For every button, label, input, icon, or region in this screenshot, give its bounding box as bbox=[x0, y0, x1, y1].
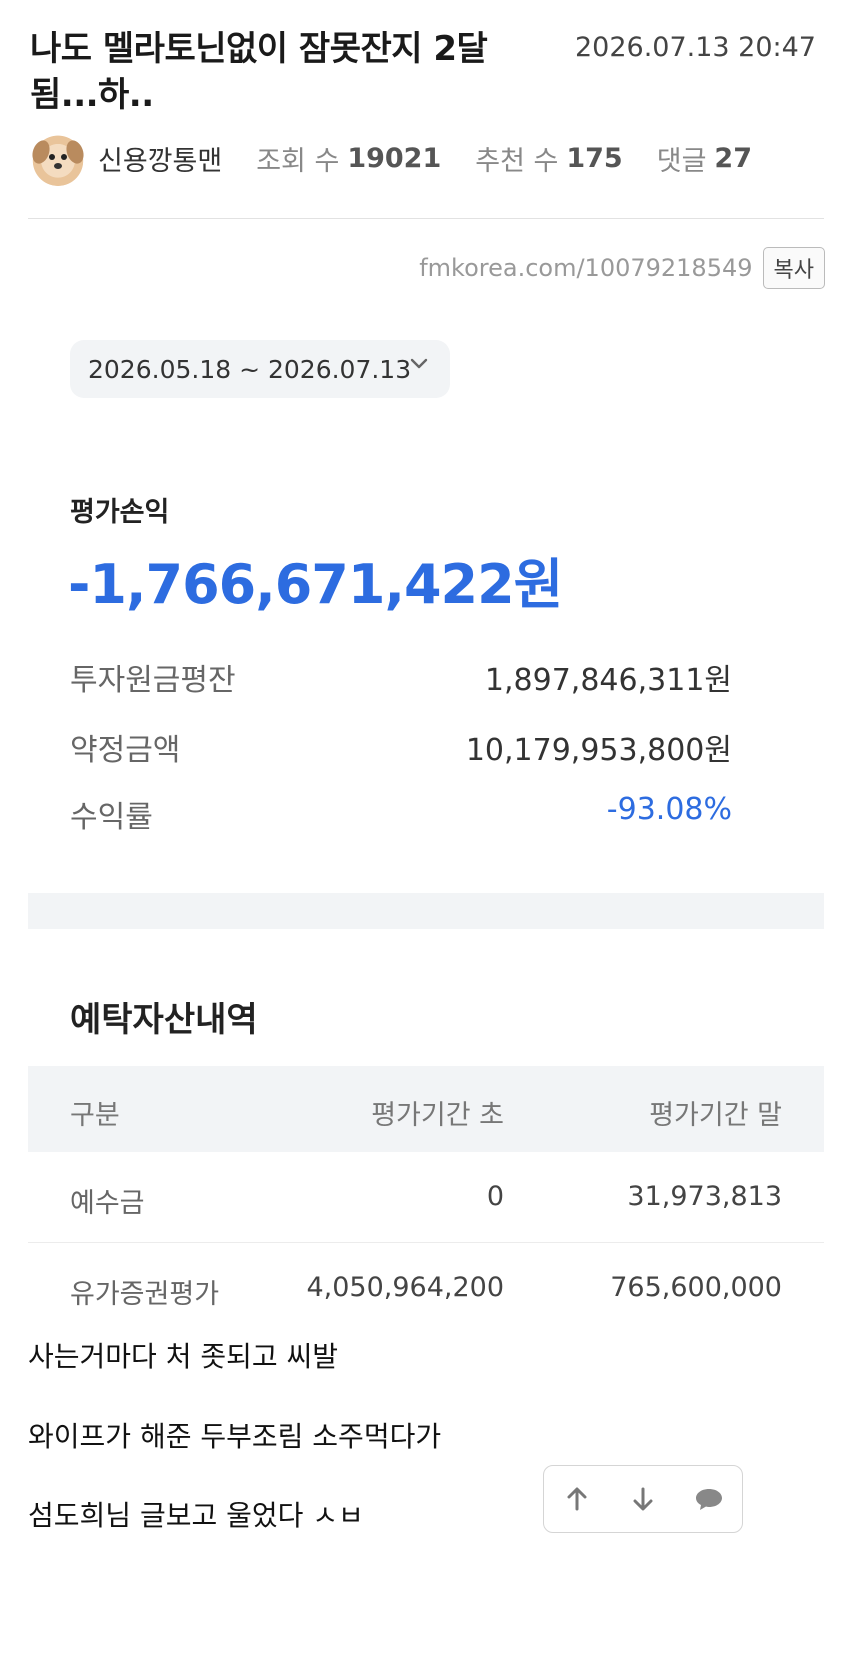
comments-label: 댓글 bbox=[656, 145, 707, 177]
avatar[interactable] bbox=[29, 130, 87, 186]
summary-row: 약정금액 10,179,953,800원 bbox=[70, 725, 732, 769]
views-label: 조회 수 bbox=[256, 145, 340, 177]
summary-label: 약정금액 bbox=[70, 733, 181, 768]
summary-label: 투자원금평잔 bbox=[70, 663, 236, 698]
floating-nav bbox=[543, 1465, 743, 1533]
views-count: 19021 bbox=[347, 142, 442, 174]
copy-url-button[interactable]: 복사 bbox=[762, 247, 825, 289]
post-body-line: 섬도희님 글보고 울었다 ㅅㅂ bbox=[28, 1499, 364, 1532]
table-cell: 765,600,000 bbox=[610, 1272, 782, 1303]
profit-loss-title: 평가손익 bbox=[70, 497, 170, 528]
comments-count: 27 bbox=[714, 142, 752, 174]
table-cell: 유가증권평가 bbox=[70, 1279, 220, 1310]
post-body-line: 와이프가 해준 두부조림 소주먹다가 bbox=[28, 1420, 442, 1453]
table-header-cell: 평가기간 말 bbox=[649, 1100, 782, 1131]
table-header: 구분 평가기간 초 평가기간 말 bbox=[28, 1066, 824, 1152]
arrow-down-icon[interactable] bbox=[618, 1474, 668, 1524]
arrow-up-icon[interactable] bbox=[552, 1474, 602, 1524]
summary-row: 수익률 -93.08% bbox=[70, 792, 732, 836]
table-cell: 4,050,964,200 bbox=[306, 1272, 504, 1303]
comment-icon[interactable] bbox=[684, 1474, 734, 1524]
chevron-down-icon bbox=[408, 352, 430, 380]
summary-value: 1,897,846,311원 bbox=[484, 663, 732, 698]
summary-value: 10,179,953,800원 bbox=[465, 733, 732, 768]
table-row: 예수금 0 31,973,813 bbox=[28, 1152, 824, 1242]
table-header-cell: 구분 bbox=[70, 1100, 120, 1131]
deposit-assets-title: 예탁자산내역 bbox=[70, 1000, 258, 1040]
table-row: 유가증권평가 4,050,964,200 765,600,000 bbox=[28, 1243, 824, 1323]
table-header-cell: 평가기간 초 bbox=[371, 1100, 504, 1131]
header-divider bbox=[28, 218, 824, 219]
post-date: 2026.07.13 20:47 bbox=[575, 32, 816, 63]
post-meta: 신용깡통맨 조회 수 19021 추천 수 175 댓글 27 bbox=[29, 130, 786, 186]
section-separator bbox=[28, 893, 824, 929]
post-url[interactable]: fmkorea.com/10079218549 bbox=[419, 254, 752, 282]
recommend-label: 추천 수 bbox=[475, 145, 559, 177]
profit-loss-amount: -1,766,671,422원 bbox=[68, 553, 563, 616]
recommend-count: 175 bbox=[566, 142, 623, 174]
post-body-line: 사는거마다 처 좃되고 씨발 bbox=[28, 1340, 339, 1373]
return-rate-value: -93.08% bbox=[606, 792, 732, 827]
table-cell: 0 bbox=[486, 1181, 504, 1212]
date-range-selector[interactable]: 2026.05.18 ~ 2026.07.13 bbox=[70, 340, 450, 398]
author-name[interactable]: 신용깡통맨 bbox=[98, 139, 222, 178]
table-cell: 예수금 bbox=[70, 1188, 145, 1219]
table-cell: 31,973,813 bbox=[627, 1181, 782, 1212]
post-title: 나도 멜라토닌없이 잠못잔지 2달 됨...하.. bbox=[30, 29, 488, 115]
date-range-text: 2026.05.18 ~ 2026.07.13 bbox=[88, 354, 412, 384]
post-url-row: fmkorea.com/10079218549 복사 bbox=[419, 247, 825, 289]
summary-row: 투자원금평잔 1,897,846,311원 bbox=[70, 655, 732, 699]
summary-label: 수익률 bbox=[70, 800, 153, 835]
